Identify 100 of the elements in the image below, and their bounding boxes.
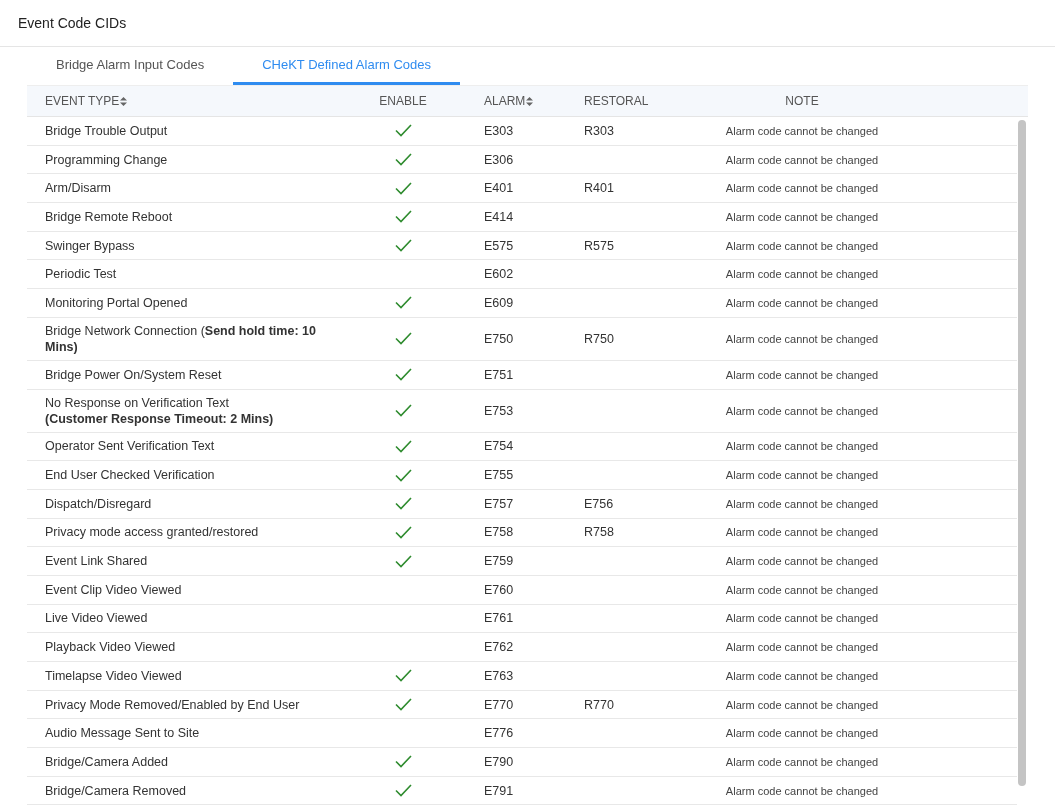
alarm-code-cell: E750 [484, 331, 514, 346]
restoral-code-cell: R303 [584, 123, 614, 138]
alarm-code-cell: E790 [484, 754, 514, 769]
check-icon [394, 497, 412, 511]
note-cell: Alarm code cannot be changed [725, 755, 879, 768]
check-icon [394, 669, 412, 683]
event-type-cell-text: No Response on Verification Text (Customer Response Timeout: 2 Mins) [45, 394, 275, 427]
event-type-cell-text: Swinger Bypass [45, 237, 136, 254]
note-cell: Alarm code cannot be changed [725, 727, 879, 740]
alarm-code-cell: E776 [484, 726, 514, 741]
check-icon [394, 698, 412, 712]
alarm-code-cell: E754 [484, 439, 514, 454]
event-type-cell-text: Bridge/Camera Removed [45, 782, 188, 799]
alarm-code-cell: E414 [484, 209, 514, 224]
alarm-code-cell: E303 [484, 123, 514, 138]
check-icon [394, 153, 412, 167]
event-type-cell-text: Programming Change [45, 151, 169, 168]
restoral-code-cell: R750 [584, 331, 614, 346]
alarm-code-cell: E759 [484, 554, 514, 569]
note-cell: Alarm code cannot be changed [725, 497, 879, 510]
event-type-cell-text: Event Link Shared [45, 553, 149, 570]
scrollbar-thumb[interactable] [1018, 120, 1026, 786]
note-cell: Alarm code cannot be changed [725, 368, 879, 381]
event-type-cell-text: Bridge Trouble Output [45, 122, 169, 139]
alarm-code-cell: E609 [484, 295, 514, 310]
alarm-code-cell: E755 [484, 468, 514, 483]
alarm-code-cell: E757 [484, 496, 514, 511]
sort-icon[interactable] [526, 97, 534, 107]
alarm-code-cell: E751 [484, 367, 514, 382]
page-title: Event Code CIDs [18, 13, 127, 33]
tab[interactable]: Bridge Alarm Input Codes [27, 47, 234, 85]
check-icon [394, 439, 412, 453]
event-type-cell-text: Timelapse Video Viewed [45, 667, 183, 684]
note-cell: Alarm code cannot be changed [725, 404, 879, 417]
check-icon [394, 554, 412, 568]
event-type-cell-text: Dispatch/Disregard [45, 495, 153, 512]
check-icon [394, 332, 412, 346]
note-cell: Alarm code cannot be changed [725, 332, 879, 345]
alarm-code-cell: E770 [484, 697, 514, 712]
event-type-cell-text: Bridge/Camera Added [45, 753, 169, 770]
event-type-cell-text: Audio Message Sent to Site [45, 725, 201, 742]
sort-icon[interactable] [120, 97, 128, 107]
check-icon [394, 755, 412, 769]
column-header: EVENT TYPE [45, 94, 120, 108]
check-icon [394, 239, 412, 253]
note-cell: Alarm code cannot be changed [725, 210, 879, 223]
column-header: ENABLE [379, 94, 427, 108]
alarm-code-cell: E753 [484, 403, 514, 418]
note-cell: Alarm code cannot be changed [725, 641, 879, 654]
restoral-code-cell: R401 [584, 181, 614, 196]
alarm-code-cell: E602 [484, 267, 514, 282]
note-cell: Alarm code cannot be changed [725, 555, 879, 568]
note-cell: Alarm code cannot be changed [725, 583, 879, 596]
note-cell: Alarm code cannot be changed [725, 698, 879, 711]
event-type-cell-text: Playback Video Viewed [45, 639, 177, 656]
alarm-code-cell: E763 [484, 668, 514, 683]
restoral-code-cell: E756 [584, 496, 614, 511]
event-type-cell-text: End User Checked Verification [45, 467, 216, 484]
check-icon [394, 210, 412, 224]
alarm-code-cell: E575 [484, 238, 514, 253]
restoral-code-cell: R770 [584, 697, 614, 712]
alarm-code-cell: E791 [484, 783, 514, 798]
event-type-cell-text: Periodic Test [45, 266, 118, 283]
alarm-code-cell: E762 [484, 640, 514, 655]
event-type-cell-text: Monitoring Portal Opened [45, 294, 189, 311]
check-icon [394, 404, 412, 417]
check-icon [394, 181, 412, 195]
note-cell: Alarm code cannot be changed [725, 182, 879, 195]
check-icon [394, 468, 412, 482]
note-cell: Alarm code cannot be changed [725, 526, 879, 539]
note-cell: Alarm code cannot be changed [725, 784, 879, 797]
event-type-cell-text: Bridge Power On/System Reset [45, 366, 223, 383]
restoral-code-cell: R575 [584, 238, 614, 253]
event-type-cell-text: Bridge Network Connection (Send hold time: 10 Mins) [45, 322, 317, 355]
alarm-code-cell: E401 [484, 181, 514, 196]
column-header: NOTE [785, 94, 819, 108]
event-type-cell-text: Privacy Mode Removed/Enabled by End User [45, 696, 301, 713]
note-cell: Alarm code cannot be changed [725, 612, 879, 625]
column-header: RESTORAL [584, 94, 649, 108]
note-cell: Alarm code cannot be changed [725, 268, 879, 281]
check-icon [394, 784, 412, 798]
note-cell: Alarm code cannot be changed [725, 469, 879, 482]
check-icon [394, 124, 412, 138]
alarm-code-cell: E761 [484, 611, 514, 626]
event-type-cell-text: Operator Sent Verification Text [45, 438, 216, 455]
note-cell: Alarm code cannot be changed [725, 239, 879, 252]
note-cell: Alarm code cannot be changed [725, 153, 879, 166]
note-cell: Alarm code cannot be changed [725, 669, 879, 682]
alarm-code-cell: E306 [484, 152, 514, 167]
event-type-cell-text: Privacy mode access granted/restored [45, 524, 260, 541]
alarm-code-cell: E760 [484, 582, 514, 597]
alarm-code-cell: E758 [484, 525, 514, 540]
note-cell: Alarm code cannot be changed [725, 296, 879, 309]
check-icon [394, 525, 412, 539]
check-icon [394, 296, 412, 310]
event-type-cell-text: Arm/Disarm [45, 180, 112, 197]
column-header: ALARM [484, 94, 526, 108]
note-cell: Alarm code cannot be changed [725, 124, 879, 137]
restoral-code-cell: R758 [584, 525, 614, 540]
event-type-cell-text: Bridge Remote Reboot [45, 208, 174, 225]
